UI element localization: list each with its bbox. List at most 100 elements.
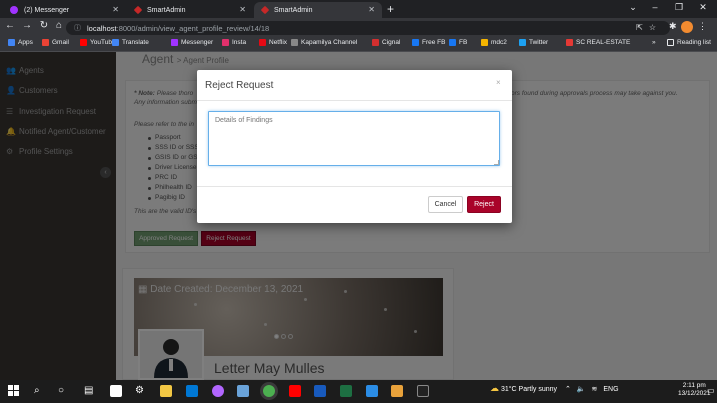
bookmark-label: Apps [18, 39, 33, 46]
cancel-button[interactable]: Cancel [428, 196, 463, 213]
app-icon-2[interactable] [391, 385, 403, 397]
weather-text[interactable]: 31°C Partly sunny [501, 386, 557, 393]
vscode-icon[interactable] [366, 385, 378, 397]
photos-icon[interactable] [237, 385, 249, 397]
address-bar[interactable]: ⓘ localhost:8000/admin/view_agent_profil… [66, 21, 670, 35]
browser-tab-smartadmin-1[interactable]: SmartAdmin ✕ [127, 2, 253, 18]
resize-handle-icon[interactable] [494, 160, 499, 165]
bookmark-label: Free FB [422, 39, 446, 46]
bookmark-item[interactable]: Twitter [519, 39, 548, 46]
findings-textarea[interactable] [208, 111, 500, 166]
bookmark-item[interactable]: FB [449, 39, 467, 46]
restore-icon[interactable]: ❐ [669, 2, 689, 13]
close-icon[interactable]: × [496, 78, 501, 87]
close-icon[interactable]: ✕ [368, 5, 375, 14]
tab-title: SmartAdmin [274, 6, 313, 14]
file-explorer-icon[interactable] [160, 385, 172, 397]
reading-list-label: Reading list [677, 39, 711, 46]
settings-icon[interactable]: ⚙ [135, 385, 147, 397]
bookmark-star-icon[interactable]: ☆ [649, 23, 662, 32]
bookmark-label: Translate [122, 39, 149, 46]
menu-icon[interactable]: ⋮ [698, 21, 707, 32]
window-close-icon[interactable]: ✕ [693, 2, 713, 13]
divider [197, 100, 512, 101]
bookmark-label: Kapamilya Channel [301, 39, 358, 46]
bookmark-item[interactable]: Netflix [259, 39, 287, 46]
app-icon-1[interactable] [110, 385, 122, 397]
bookmark-item[interactable]: Messenger [171, 39, 213, 46]
bookmark-item[interactable]: YouTube [80, 39, 116, 46]
url-path: :8000/admin/view_agent_profile_review/14… [116, 23, 270, 33]
back-icon[interactable]: ← [3, 20, 17, 31]
tray-chevron-icon[interactable]: ⌃ [565, 386, 571, 393]
bookmark-label: Messenger [181, 39, 214, 46]
bookmark-item[interactable]: Cignal [372, 39, 400, 46]
tab-title: SmartAdmin [147, 6, 186, 14]
new-tab-button[interactable]: + [387, 2, 394, 16]
bookmark-favicon-icon [222, 39, 229, 46]
wifi-icon[interactable]: ≋ [592, 386, 598, 393]
bookmark-item[interactable]: Translate [112, 39, 149, 46]
browser-tab-smartadmin-2[interactable]: SmartAdmin ✕ [254, 2, 382, 18]
bookmark-label: Gmail [52, 39, 69, 46]
bookmark-favicon-icon [372, 39, 379, 46]
bookmark-favicon-icon [80, 39, 87, 46]
profile-avatar[interactable] [681, 21, 693, 33]
word-icon[interactable] [314, 385, 326, 397]
browser-tab-messenger[interactable]: (2) Messenger ✕ [2, 2, 126, 18]
terminal-icon[interactable] [417, 385, 429, 397]
home-icon[interactable]: ⌂ [52, 20, 66, 31]
widgets-icon[interactable]: ▤ [84, 385, 96, 397]
bookmark-item[interactable]: Free FB [412, 39, 445, 46]
info-icon[interactable]: ⓘ [74, 23, 81, 33]
modal-title: Reject Request [205, 80, 274, 91]
clock[interactable]: 2:11 pm 13/12/2021 [678, 382, 711, 398]
reading-list-icon [667, 39, 674, 46]
close-icon[interactable]: ✕ [239, 5, 246, 14]
bookmark-item[interactable]: Kapamilya Channel [291, 39, 357, 46]
bookmark-favicon-icon [481, 39, 488, 46]
speaker-icon[interactable]: 🔈 [577, 386, 586, 393]
reload-icon[interactable]: ↻ [37, 20, 51, 31]
bookmark-favicon-icon [449, 39, 456, 46]
excel-icon[interactable] [340, 385, 352, 397]
extensions-icon[interactable]: ✱ [669, 21, 677, 32]
bookmark-item[interactable]: Insta [222, 39, 246, 46]
bookmark-favicon-icon [259, 39, 266, 46]
task-view-icon[interactable]: ○ [58, 385, 70, 397]
url-host: localhost [87, 23, 117, 33]
language-indicator[interactable]: ENG [603, 386, 618, 393]
bookmark-favicon-icon [171, 39, 178, 46]
tab-search-icon[interactable]: ⌄ [623, 2, 643, 13]
messenger-icon [10, 6, 18, 14]
store-icon[interactable] [186, 385, 198, 397]
notifications-icon[interactable]: ▭ [707, 386, 715, 395]
bookmark-label: Netflix [269, 39, 288, 46]
paint-icon[interactable] [212, 385, 224, 397]
bookmark-label: Twitter [529, 39, 549, 46]
clock-date: 13/12/2021 [678, 390, 711, 397]
chrome-icon[interactable] [263, 385, 275, 397]
bookmark-item[interactable]: Gmail [42, 39, 69, 46]
search-icon[interactable]: ⌕ [34, 385, 46, 397]
share-icon[interactable]: ⇱ [636, 23, 649, 32]
forward-icon[interactable]: → [20, 20, 34, 31]
bookmark-favicon-icon [412, 39, 419, 46]
windows-start-icon[interactable] [8, 385, 20, 397]
minimize-icon[interactable]: – [645, 2, 665, 12]
close-icon[interactable]: ✕ [112, 5, 119, 14]
weather-icon[interactable]: ☁ [490, 383, 499, 393]
bookmark-favicon-icon [291, 39, 298, 46]
bookmark-item[interactable]: Apps [8, 39, 33, 46]
bookmark-favicon-icon [566, 39, 573, 46]
smartadmin-icon [260, 5, 270, 15]
more-bookmarks-button[interactable]: » [652, 39, 656, 46]
bookmark-label: FB [459, 39, 468, 46]
reject-button[interactable]: Reject [467, 196, 501, 213]
youtube-icon[interactable] [289, 385, 301, 397]
reading-list-button[interactable]: Reading list [667, 39, 711, 46]
divider [197, 186, 512, 187]
bookmark-label: Cignal [382, 39, 401, 46]
bookmark-item[interactable]: mdc2 [481, 39, 507, 46]
bookmark-item[interactable]: SC REAL-ESTATE [566, 39, 630, 46]
